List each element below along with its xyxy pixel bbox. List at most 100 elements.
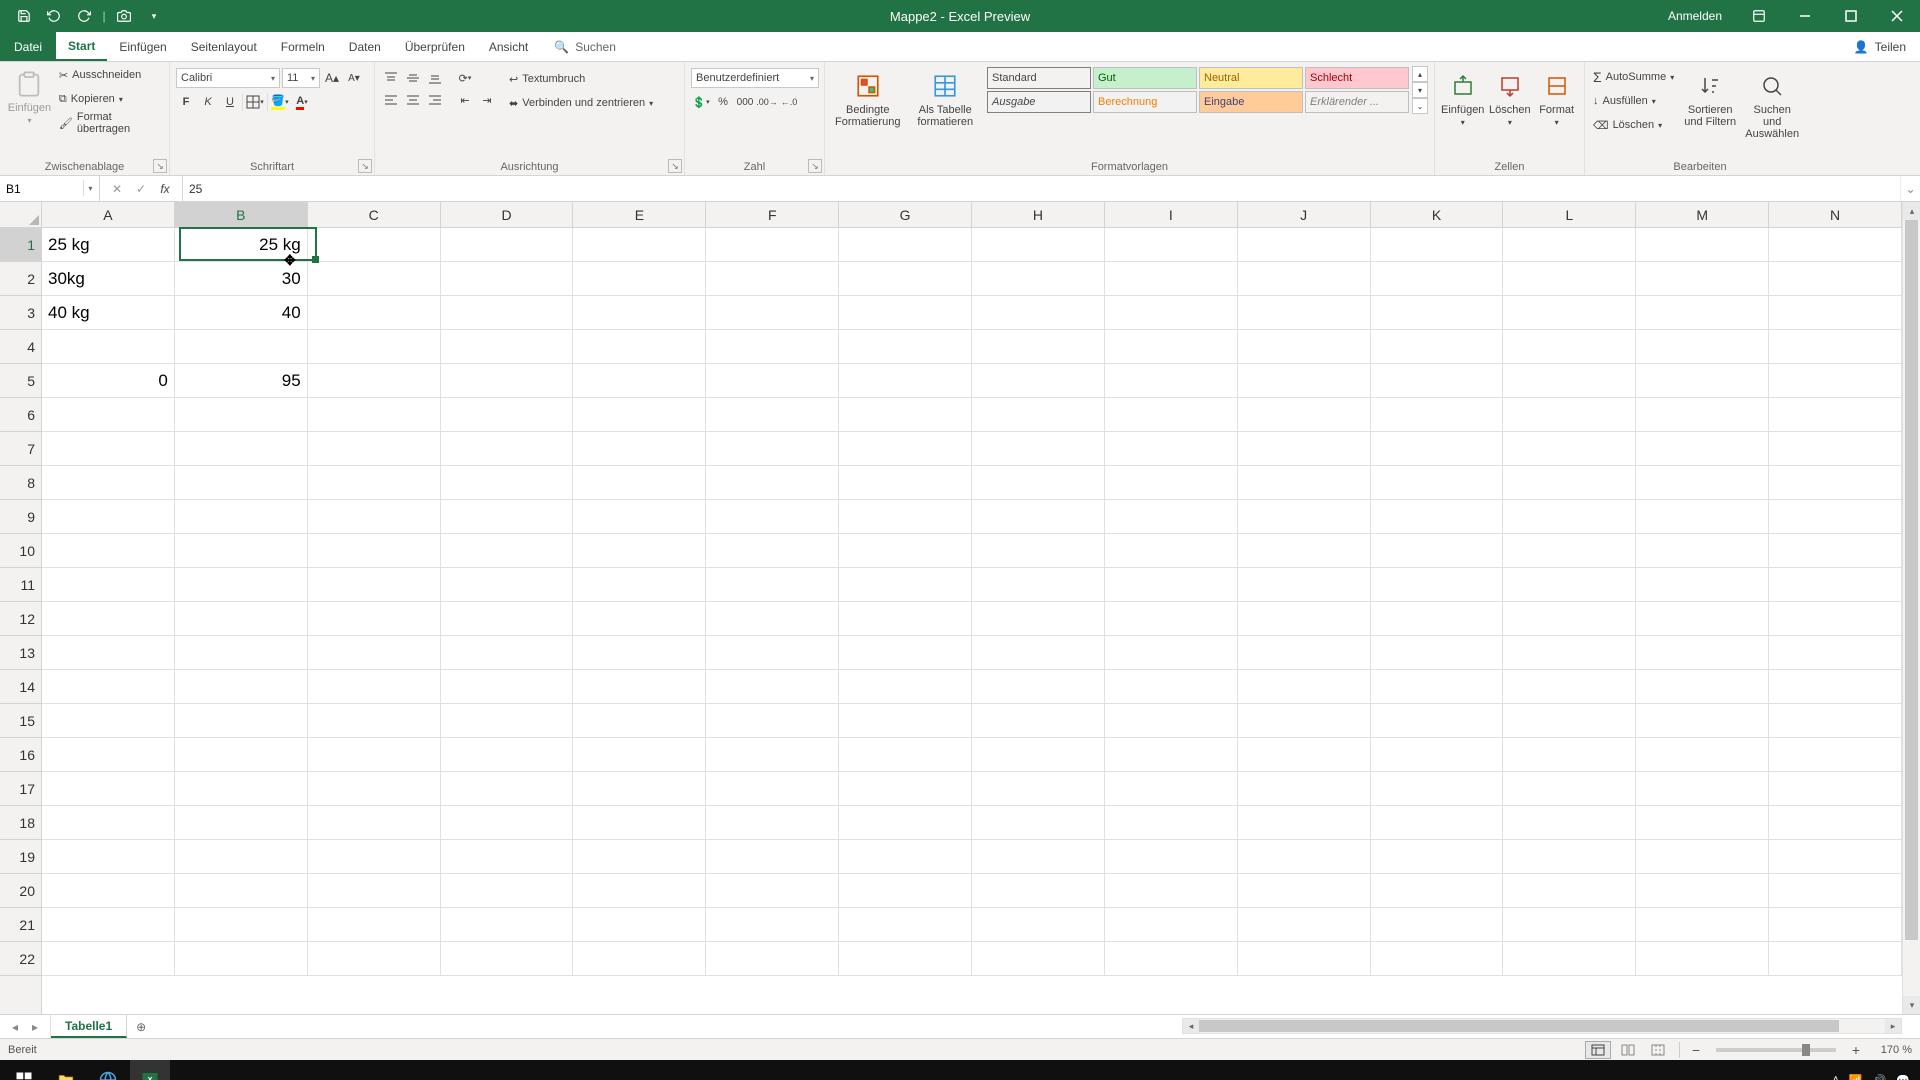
cell-A9[interactable]: [42, 500, 175, 534]
cell-M8[interactable]: [1636, 466, 1769, 500]
cell-L16[interactable]: [1503, 738, 1636, 772]
sheet-nav-prev[interactable]: ◂: [6, 1018, 24, 1036]
cell-J17[interactable]: [1238, 772, 1371, 806]
cell-D22[interactable]: [441, 942, 574, 976]
hscroll-right[interactable]: ▸: [1885, 1019, 1901, 1033]
cell-H8[interactable]: [972, 466, 1105, 500]
orientation-button[interactable]: ⟳▾: [455, 68, 475, 88]
cell-B7[interactable]: [175, 432, 308, 466]
formula-bar-expand[interactable]: ⌄: [1900, 176, 1920, 201]
cell-G18[interactable]: [839, 806, 972, 840]
cell-B12[interactable]: [175, 602, 308, 636]
cell-D4[interactable]: [441, 330, 574, 364]
cell-A1[interactable]: 25 kg: [42, 228, 175, 262]
cell-M10[interactable]: [1636, 534, 1769, 568]
cell-K7[interactable]: [1371, 432, 1504, 466]
cell-J19[interactable]: [1238, 840, 1371, 874]
tab-insert[interactable]: Einfügen: [107, 32, 178, 61]
cell-D3[interactable]: [441, 296, 574, 330]
cell-J12[interactable]: [1238, 602, 1371, 636]
cell-L17[interactable]: [1503, 772, 1636, 806]
style-berechnung[interactable]: Berechnung: [1093, 91, 1197, 113]
cell-A4[interactable]: [42, 330, 175, 364]
cell-C19[interactable]: [308, 840, 441, 874]
share-button[interactable]: 👤 Teilen: [1854, 32, 1920, 61]
cell-G6[interactable]: [839, 398, 972, 432]
row-header-11[interactable]: 11: [0, 568, 41, 602]
bold-button[interactable]: F: [176, 92, 196, 112]
cell-N19[interactable]: [1769, 840, 1902, 874]
cell-K12[interactable]: [1371, 602, 1504, 636]
cell-F10[interactable]: [706, 534, 839, 568]
cell-J13[interactable]: [1238, 636, 1371, 670]
undo-button[interactable]: [40, 2, 68, 30]
cell-L22[interactable]: [1503, 942, 1636, 976]
sort-filter-button[interactable]: Sortieren und Filtern: [1682, 66, 1738, 128]
font-launcher[interactable]: ↘: [358, 159, 372, 173]
row-header-19[interactable]: 19: [0, 840, 41, 874]
name-box-dropdown[interactable]: ▾: [83, 180, 97, 196]
camera-button[interactable]: [110, 2, 138, 30]
styles-scroll-down[interactable]: ▾: [1412, 82, 1428, 98]
cell-J8[interactable]: [1238, 466, 1371, 500]
cell-H21[interactable]: [972, 908, 1105, 942]
cell-A3[interactable]: 40 kg: [42, 296, 175, 330]
cell-H1[interactable]: [972, 228, 1105, 262]
cell-A21[interactable]: [42, 908, 175, 942]
cell-G13[interactable]: [839, 636, 972, 670]
maximize-button[interactable]: [1828, 0, 1874, 32]
cell-D2[interactable]: [441, 262, 574, 296]
cell-B9[interactable]: [175, 500, 308, 534]
cell-J9[interactable]: [1238, 500, 1371, 534]
cell-N11[interactable]: [1769, 568, 1902, 602]
underline-button[interactable]: U: [220, 92, 240, 112]
cell-H4[interactable]: [972, 330, 1105, 364]
tab-data[interactable]: Daten: [337, 32, 393, 61]
cell-N21[interactable]: [1769, 908, 1902, 942]
cell-K20[interactable]: [1371, 874, 1504, 908]
style-standard[interactable]: Standard: [987, 67, 1091, 89]
cell-E20[interactable]: [573, 874, 706, 908]
cell-L7[interactable]: [1503, 432, 1636, 466]
cell-L2[interactable]: [1503, 262, 1636, 296]
cell-E2[interactable]: [573, 262, 706, 296]
cell-G12[interactable]: [839, 602, 972, 636]
cell-M11[interactable]: [1636, 568, 1769, 602]
cell-E13[interactable]: [573, 636, 706, 670]
cell-L20[interactable]: [1503, 874, 1636, 908]
cell-D18[interactable]: [441, 806, 574, 840]
cell-D21[interactable]: [441, 908, 574, 942]
cell-N12[interactable]: [1769, 602, 1902, 636]
increase-decimal-button[interactable]: .00→: [757, 92, 777, 112]
cell-A12[interactable]: [42, 602, 175, 636]
cell-J15[interactable]: [1238, 704, 1371, 738]
cell-I8[interactable]: [1105, 466, 1238, 500]
cell-G19[interactable]: [839, 840, 972, 874]
cell-C14[interactable]: [308, 670, 441, 704]
cancel-formula-button[interactable]: ✕: [106, 178, 128, 200]
cell-M6[interactable]: [1636, 398, 1769, 432]
cell-E15[interactable]: [573, 704, 706, 738]
cell-K5[interactable]: [1371, 364, 1504, 398]
cell-M5[interactable]: [1636, 364, 1769, 398]
column-header-D[interactable]: D: [441, 202, 574, 227]
cell-C12[interactable]: [308, 602, 441, 636]
column-header-I[interactable]: I: [1105, 202, 1238, 227]
cell-B19[interactable]: [175, 840, 308, 874]
cell-E4[interactable]: [573, 330, 706, 364]
style-eingabe[interactable]: Eingabe: [1199, 91, 1303, 113]
cell-H16[interactable]: [972, 738, 1105, 772]
cell-L13[interactable]: [1503, 636, 1636, 670]
cell-D5[interactable]: [441, 364, 574, 398]
enter-formula-button[interactable]: ✓: [130, 178, 152, 200]
cell-J1[interactable]: [1238, 228, 1371, 262]
cell-M15[interactable]: [1636, 704, 1769, 738]
cell-I12[interactable]: [1105, 602, 1238, 636]
cell-N7[interactable]: [1769, 432, 1902, 466]
cell-B21[interactable]: [175, 908, 308, 942]
cell-E22[interactable]: [573, 942, 706, 976]
zoom-level[interactable]: 170 %: [1868, 1044, 1912, 1056]
autosum-button[interactable]: ΣAutoSumme▾: [1591, 66, 1676, 88]
clipboard-launcher[interactable]: ↘: [153, 159, 167, 173]
cell-N20[interactable]: [1769, 874, 1902, 908]
